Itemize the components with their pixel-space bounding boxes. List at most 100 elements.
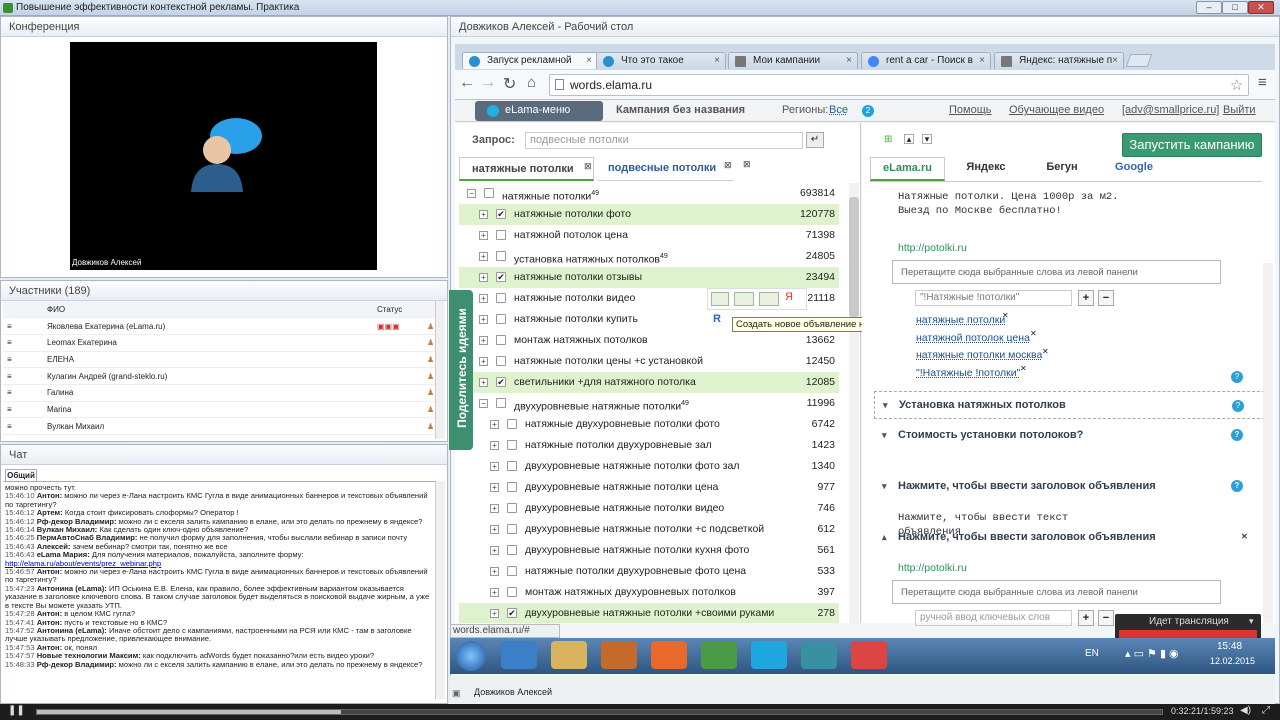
manual-keyword-input[interactable]: ручной ввод ключевых слов (915, 610, 1072, 626)
keyword-row[interactable]: − натяжные потолки49 693814 (459, 183, 839, 204)
tab-5[interactable]: Яндекс: натяжные п × (994, 52, 1124, 69)
keyword-checkbox[interactable] (484, 188, 494, 198)
keyword-checkbox[interactable] (496, 356, 506, 366)
add-ad-icon[interactable]: ⊞ (884, 134, 892, 145)
help-icon[interactable]: ? (1232, 400, 1244, 412)
keyword-scrollbar[interactable] (849, 183, 859, 623)
expand-icon[interactable]: + (479, 378, 488, 387)
help-icon[interactable]: ? (1231, 480, 1243, 492)
seek-bar[interactable] (36, 709, 1163, 715)
remove-kw-icon[interactable]: ✕ (1042, 347, 1049, 356)
ie-icon[interactable] (501, 641, 537, 669)
keyword-input[interactable]: "!Натяжные !потолки" (915, 290, 1072, 306)
keyword-row[interactable]: + двухуровневые натяжные потолки видео 746 (459, 498, 839, 519)
ad-section-3[interactable]: ▾ Нажмите, чтобы ввести заголовок объявле… (874, 475, 1270, 497)
keyword-row[interactable]: + ✔ натяжные потолки отзывы 23494 (459, 267, 839, 288)
expand-icon[interactable]: + (479, 357, 488, 366)
expand-icon[interactable]: + (490, 525, 499, 534)
keyword-checkbox[interactable] (496, 398, 506, 408)
close-tab-icon[interactable]: × (714, 53, 720, 69)
tab-elama[interactable]: eLama.ru (870, 157, 945, 181)
expand-icon[interactable]: + (490, 483, 499, 492)
skype-icon[interactable] (751, 641, 787, 669)
participant-row[interactable]: ≡ Вулкан Михаил ♟ (3, 417, 435, 435)
ad-scrollbar[interactable] (1263, 263, 1273, 623)
scroll-thumb[interactable] (849, 197, 859, 317)
query-input[interactable]: подвесные потолки (525, 132, 803, 149)
close-all-tabs-icon[interactable]: ⊠ (743, 159, 751, 170)
pause-icon[interactable]: ❚❚ (8, 705, 25, 716)
tab-3[interactable]: Мои кампании × (728, 52, 858, 69)
chrome-icon[interactable] (701, 641, 737, 669)
explorer-icon[interactable] (551, 641, 587, 669)
keyword-row[interactable]: + натяжной потолок цена 71398 (459, 225, 839, 246)
account-link[interactable]: [adv@smallprice.ru] (1122, 104, 1219, 116)
expand-icon[interactable]: + (490, 588, 499, 597)
keyword-checkbox[interactable] (507, 461, 517, 471)
expand-icon[interactable]: + (490, 462, 499, 471)
expand-icon[interactable]: + (490, 441, 499, 450)
collapse-down-icon[interactable]: ▾ (922, 134, 932, 144)
ad-section-1[interactable]: ▾ Установка натяжных потолков ? (874, 391, 1270, 419)
keyword-checkbox[interactable]: ✔ (496, 272, 506, 282)
new-tab-button[interactable] (1125, 54, 1153, 67)
chat-tab-general[interactable]: Общий (5, 469, 37, 481)
collapse-up-icon[interactable]: ▴ (904, 134, 914, 144)
participant-row[interactable]: ≡ Кулагин Андрей (grand-steklo.ru) ♟ (3, 367, 435, 385)
participant-row[interactable]: ≡ ЕЛЕНА ♟ (3, 351, 435, 369)
close-tab-icon[interactable]: × (979, 53, 985, 69)
participant-row[interactable]: ≡ Marina ♟ (3, 401, 435, 419)
expand-icon[interactable]: + (479, 273, 488, 282)
keyword-row[interactable]: + ✔ светильники +для натяжного потолка 1208… (459, 372, 839, 393)
yandex-icon[interactable]: Я (785, 291, 793, 303)
dropdown-icon[interactable]: ▾ (1249, 616, 1254, 627)
keyword-checkbox[interactable] (507, 440, 517, 450)
ad-keyword[interactable]: натяжные потолки (916, 314, 1005, 326)
tab-2[interactable]: Что это такое × (596, 52, 726, 69)
keyword-row[interactable]: − двухуровневые натяжные потолки49 11996 (459, 393, 839, 414)
drop-zone[interactable]: Перетащите сюда выбранные слова из левой… (892, 260, 1221, 284)
address-bar[interactable]: words.elama.ru ☆ (549, 74, 1249, 96)
volume-icon[interactable]: ◀) (1240, 705, 1251, 716)
remove-keyword-button[interactable]: − (1098, 290, 1114, 306)
r-icon[interactable]: R (713, 313, 721, 325)
keyword-checkbox[interactable] (507, 482, 517, 492)
participant-row[interactable]: ≡ Яковлева Екатерина (eLama.ru) ▣▣▣ ♟ (3, 317, 435, 335)
keyword-checkbox[interactable] (507, 524, 517, 534)
ad-keyword[interactable]: "!Натяжные !потолки" (916, 367, 1020, 379)
tab-begun[interactable]: Бегун (1026, 157, 1098, 181)
fullscreen-icon[interactable]: ⤢ (1262, 705, 1270, 716)
bookmark-star-icon[interactable]: ☆ (1230, 76, 1243, 94)
close-tab-icon[interactable]: × (846, 53, 852, 69)
ideas-side-tab[interactable]: Поделитесь идеями (449, 290, 473, 450)
ad-section-2[interactable]: ▾ Стоимость установки потолоков?? (874, 424, 1270, 446)
keyword-row[interactable]: + двухуровневые натяжные потолки кухня фо… (459, 540, 839, 561)
campaign-name[interactable]: Кампания без названия (616, 104, 745, 116)
keyword-checkbox[interactable] (507, 545, 517, 555)
chat-link[interactable]: http://elama.ru/about/events/prez_webina… (5, 559, 161, 568)
launch-campaign-button[interactable]: Запустить кампанию (1122, 133, 1262, 157)
minimize-button[interactable]: – (1196, 1, 1222, 14)
remote-desktop-icon[interactable] (801, 641, 837, 669)
collapse-icon[interactable]: − (479, 399, 488, 408)
kw-tab-1[interactable]: натяжные потолки ⊠ (459, 157, 594, 181)
remove-kw-icon[interactable]: ✕ (1030, 329, 1037, 338)
expand-icon[interactable]: + (479, 210, 488, 219)
keyword-row[interactable]: + натяжные потолки цены +с установкой 1245… (459, 351, 839, 372)
expand-icon[interactable]: + (479, 315, 488, 324)
keyword-row[interactable]: + натяжные двухуровневые потолки фото 6742 (459, 414, 839, 435)
reload-icon[interactable]: ↻ (503, 74, 516, 94)
add-keyword-button[interactable]: + (1078, 610, 1094, 626)
participant-row[interactable]: ≡ Leomax Екатерина ♟ (3, 334, 435, 352)
menu-icon[interactable]: ≡ (1258, 74, 1267, 91)
close-tab-icon[interactable]: × (1112, 53, 1118, 69)
query-submit-icon[interactable]: ↵ (806, 132, 824, 148)
expand-icon[interactable]: + (490, 567, 499, 576)
collapse-icon[interactable]: − (467, 189, 476, 198)
expand-icon[interactable]: + (490, 504, 499, 513)
keyword-checkbox[interactable] (507, 587, 517, 597)
keyword-row[interactable]: + двухуровневые натяжные потолки +с подсв… (459, 519, 839, 540)
keyword-checkbox[interactable] (496, 251, 506, 261)
media-player-icon[interactable] (601, 641, 637, 669)
expand-icon[interactable]: + (490, 609, 499, 618)
